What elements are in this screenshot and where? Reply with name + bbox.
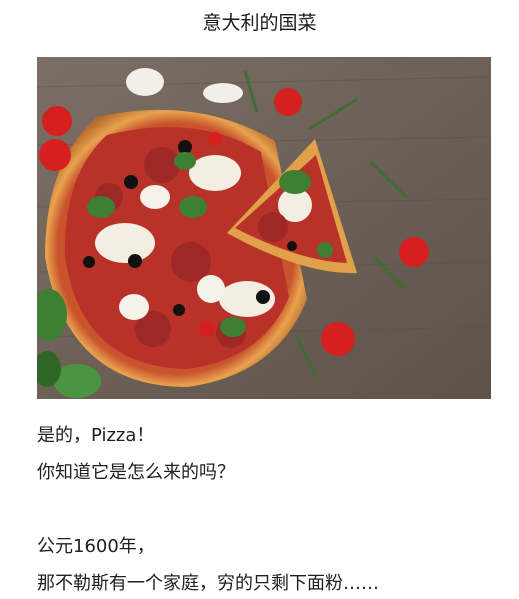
pizza-illustration (37, 57, 491, 399)
paragraph-1: 是的，Pizza！ (37, 425, 155, 446)
paragraph-2: 你知道它是怎么来的吗？ (37, 462, 235, 483)
paragraph-3: 公元1600年， (37, 536, 155, 557)
paragraph-4: 那不勒斯有一个家庭，穷的只剩下面粉…… (37, 573, 379, 594)
pizza-image (37, 57, 491, 399)
article-title: 意大利的国菜 (202, 12, 317, 34)
